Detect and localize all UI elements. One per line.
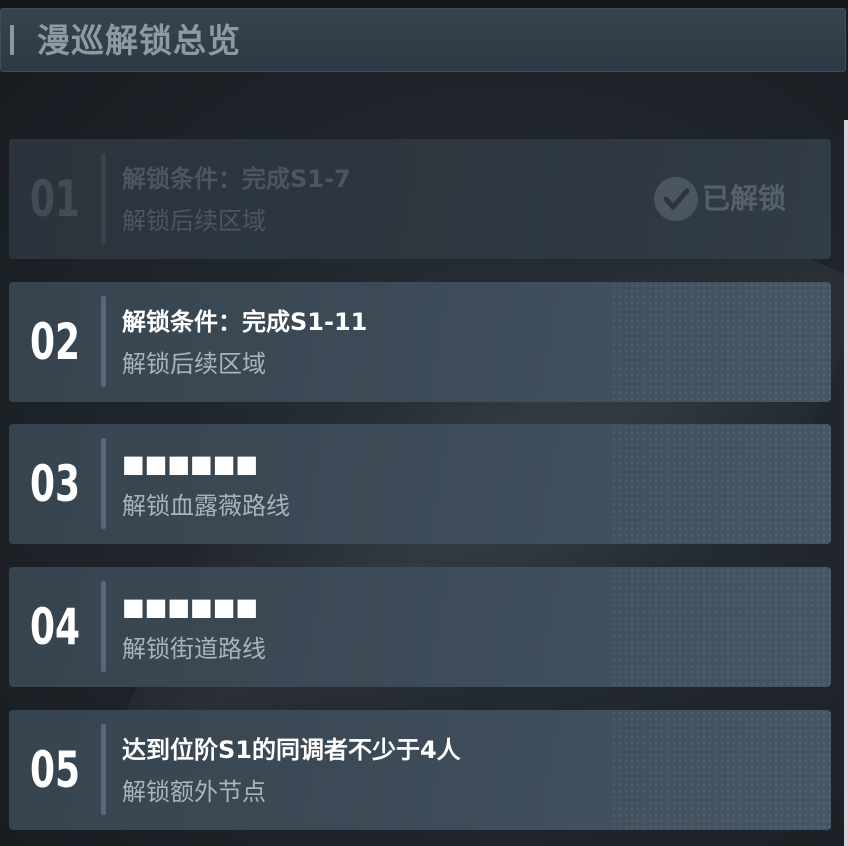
top-strip [0,0,848,8]
card-reward: 解锁街道路线 [122,635,266,663]
card-divider [101,724,106,815]
card-divider [101,438,106,529]
check-circle-icon [654,177,698,221]
unlock-card-01[interactable]: 01 解锁条件：完成S1-7 解锁后续区域 已解锁 [9,139,831,259]
card-divider [101,296,106,387]
card-reward: 解锁后续区域 [122,350,266,378]
card-reward: 解锁后续区域 [122,207,266,235]
card-number: 05 [29,741,81,799]
card-condition: 达到位阶S1的同调者不少于4人 [122,736,461,764]
card-number: 02 [29,313,81,371]
unlock-card-03[interactable]: 03 ■■■■■■ 解锁血露薇路线 [9,424,831,544]
unlock-card-05[interactable]: 05 达到位阶S1的同调者不少于4人 解锁额外节点 [9,710,831,830]
card-reward: 解锁额外节点 [122,778,266,806]
card-condition: 解锁条件：完成S1-11 [122,308,368,336]
card-number: 04 [29,598,81,656]
unlocked-badge: 已解锁 [654,175,786,223]
card-reward: 解锁血露薇路线 [122,492,290,520]
unlock-card-04[interactable]: 04 ■■■■■■ 解锁街道路线 [9,567,831,687]
scrollbar[interactable] [844,120,848,846]
card-condition: 解锁条件：完成S1-7 [122,165,351,193]
card-condition-redacted: ■■■■■■ [122,593,259,621]
unlock-card-02[interactable]: 02 解锁条件：完成S1-11 解锁后续区域 [9,282,831,402]
card-divider [101,581,106,672]
card-number: 01 [29,170,81,228]
card-divider [101,153,106,244]
card-condition-redacted: ■■■■■■ [122,450,259,478]
page-title: 漫巡解锁总览 [37,21,241,60]
header-accent-bar [10,25,14,55]
panel-header: 漫巡解锁总览 [0,8,846,72]
status-label: 已解锁 [702,182,787,215]
card-number: 03 [29,455,81,513]
